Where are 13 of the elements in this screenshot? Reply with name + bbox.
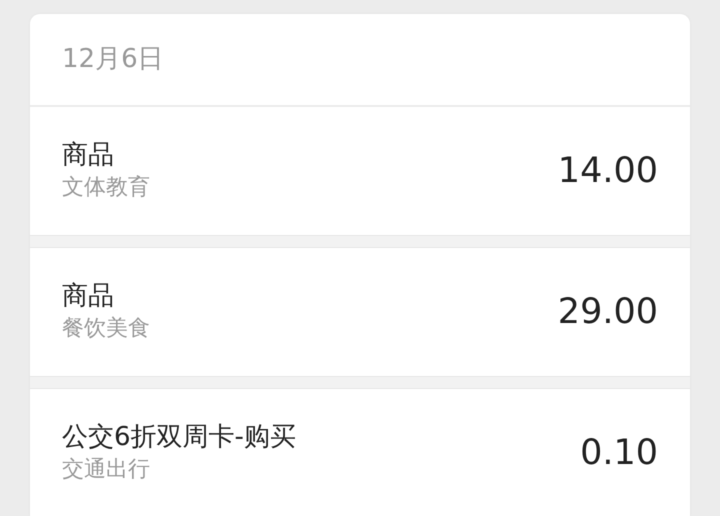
date-header: 12月6日 bbox=[62, 43, 164, 76]
transaction-row[interactable]: 公交6折双周卡-购买 交通出行 0.10 bbox=[30, 389, 690, 516]
transaction-title: 公交6折双周卡-购买 bbox=[62, 420, 296, 454]
transaction-amount: 29.00 bbox=[558, 290, 658, 334]
transaction-row[interactable]: 商品 文体教育 14.00 bbox=[30, 107, 690, 235]
transaction-title: 商品 bbox=[62, 138, 115, 172]
transaction-amount: 14.00 bbox=[558, 150, 658, 193]
transaction-row[interactable]: 商品 餐饮美食 29.00 bbox=[30, 248, 690, 376]
transaction-category: 文体教育 bbox=[62, 174, 150, 202]
transaction-category: 交通出行 bbox=[62, 456, 151, 484]
transaction-category: 餐饮美食 bbox=[62, 314, 150, 342]
transaction-amount: 0.10 bbox=[580, 432, 658, 475]
transaction-title: 商品 bbox=[62, 280, 115, 313]
